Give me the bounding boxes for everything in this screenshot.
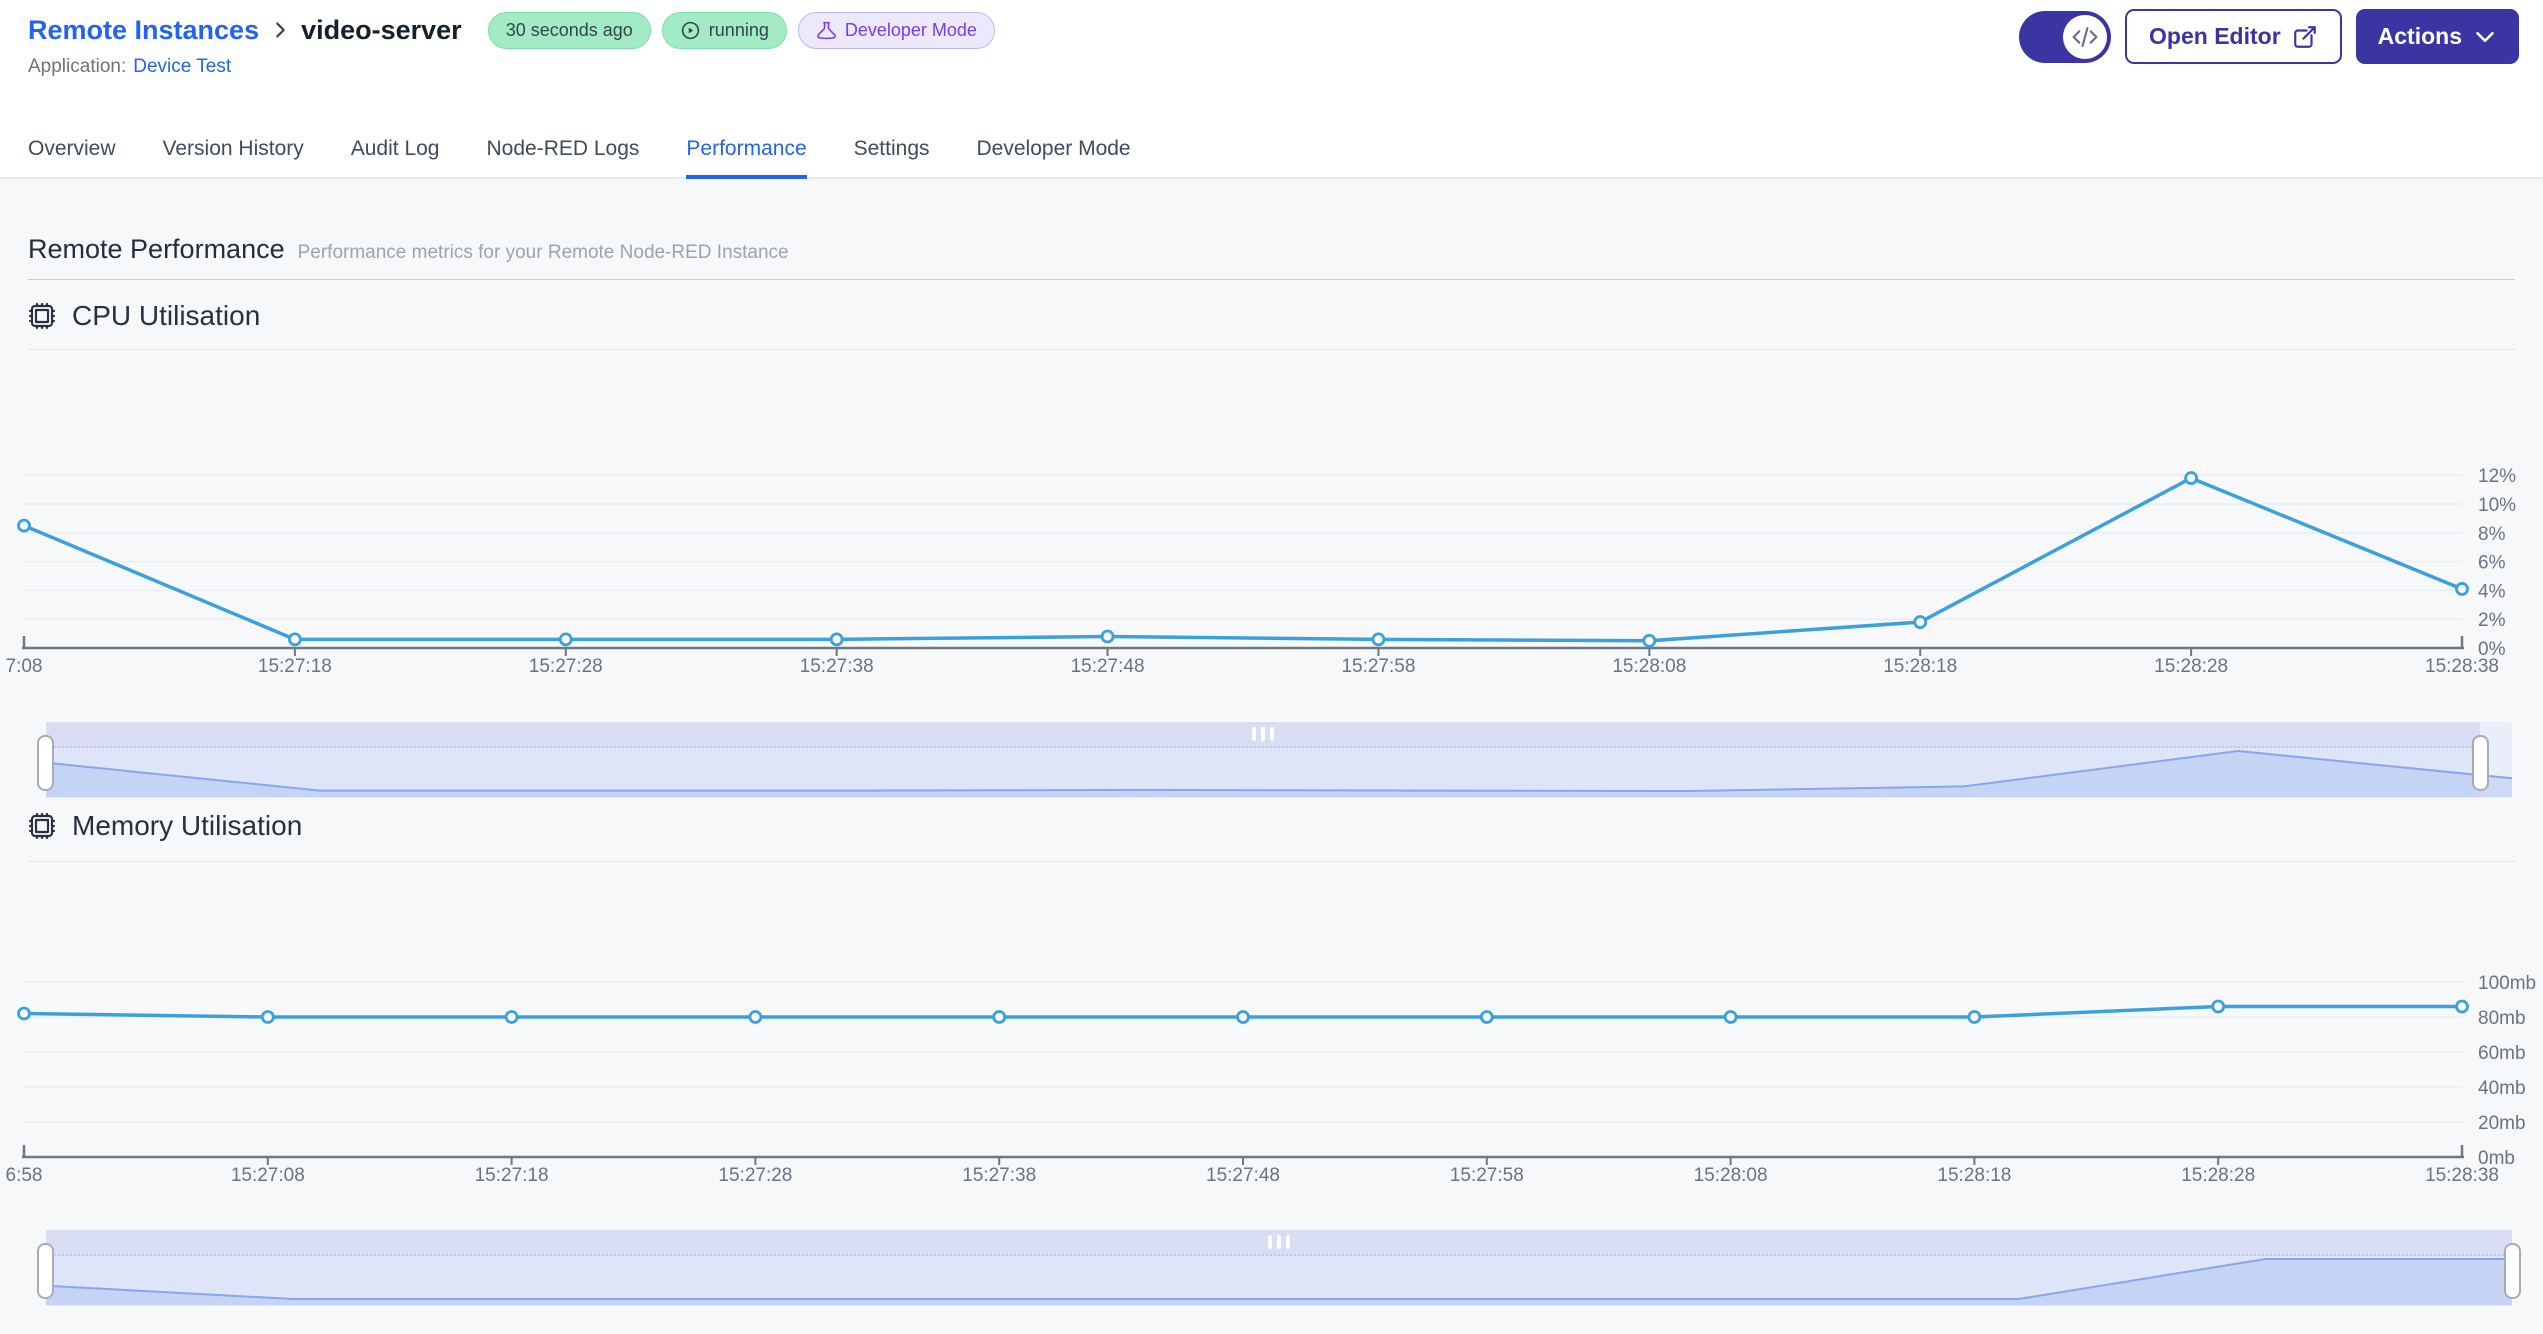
tab-version-history[interactable]: Version History — [163, 118, 304, 179]
topbar-actions: Open Editor Actions — [2019, 9, 2519, 64]
memory-brush-grip-icon[interactable] — [1268, 1235, 1290, 1249]
page-header-divider — [28, 279, 2515, 280]
svg-text:15:27:28: 15:27:28 — [529, 656, 603, 677]
memory-brush-selection-tint — [46, 1256, 2512, 1306]
svg-text:15:27:48: 15:27:48 — [1071, 656, 1145, 677]
cpu-utilisation-chart: 0%2%4%6%8%10%12%7:08 15:27:18 15:27:28 15:2… — [6, 466, 2517, 677]
tab-overview[interactable]: Overview — [28, 118, 116, 179]
svg-text:15:27:18: 15:27:18 — [258, 656, 332, 677]
svg-text:15:28:08: 15:28:08 — [1612, 656, 1686, 677]
developer-mode-toggle[interactable] — [2019, 10, 2112, 63]
chevron-down-icon — [2476, 31, 2494, 42]
page-subtitle: Performance metrics for your Remote Node… — [297, 242, 789, 263]
svg-text:2%: 2% — [2478, 610, 2506, 631]
svg-text:100mb: 100mb — [2478, 973, 2536, 994]
memory-section-divider — [28, 861, 2515, 862]
svg-text:4%: 4% — [2478, 581, 2506, 602]
application-link[interactable]: Device Test — [133, 56, 231, 78]
tab-developer-mode[interactable]: Developer Mode — [977, 118, 1131, 179]
page-title: Remote Performance — [28, 234, 285, 264]
svg-text:15:27:08: 15:27:08 — [231, 1165, 305, 1186]
svg-text:8%: 8% — [2478, 524, 2506, 545]
play-circle-icon — [681, 21, 699, 39]
svg-text:15:27:28: 15:27:28 — [718, 1165, 792, 1186]
developer-mode-badge: Developer Mode — [797, 11, 995, 49]
last-seen-badge: 30 seconds ago — [487, 11, 651, 49]
svg-text:15:28:28: 15:28:28 — [2181, 1165, 2255, 1186]
cpu-brush-grip-icon[interactable] — [1252, 727, 1274, 741]
badge-group: 30 seconds ago running Developer Mode — [487, 11, 995, 49]
svg-text:15:28:38: 15:28:38 — [2425, 656, 2499, 677]
instance-title: video-server — [301, 14, 462, 45]
code-bracket-icon — [2072, 26, 2098, 47]
beaker-icon — [816, 21, 836, 39]
tab-node-red-logs[interactable]: Node-RED Logs — [487, 118, 640, 179]
external-link-icon — [2293, 25, 2316, 48]
cpu-chart-range-brush — [37, 722, 2512, 798]
svg-text:60mb: 60mb — [2478, 1043, 2526, 1064]
svg-text:15:28:18: 15:28:18 — [1883, 656, 1957, 677]
svg-text:15:27:38: 15:27:38 — [800, 656, 874, 677]
actions-button[interactable]: Actions — [2355, 9, 2519, 64]
cpu-brush-right-handle[interactable] — [2472, 735, 2489, 791]
svg-text:15:27:18: 15:27:18 — [475, 1165, 549, 1186]
svg-text:15:28:38: 15:28:38 — [2425, 1165, 2499, 1186]
memory-section-title: Memory Utilisation — [72, 810, 303, 841]
svg-text:80mb: 80mb — [2478, 1008, 2526, 1029]
cpu-section-title: CPU Utilisation — [72, 300, 261, 331]
breadcrumb-remote-instances-link[interactable]: Remote Instances — [28, 15, 259, 46]
cpu-chip-icon — [28, 302, 56, 330]
cpu-brush-left-handle[interactable] — [37, 735, 54, 791]
application-row: Application: Device Test — [28, 56, 231, 78]
memory-brush-right-handle[interactable] — [2504, 1243, 2521, 1299]
cpu-brush-selection-tint — [46, 748, 2480, 798]
memory-chart-range-brush — [37, 1230, 2521, 1306]
open-editor-button[interactable]: Open Editor — [2125, 9, 2342, 64]
application-label: Application: — [28, 56, 127, 77]
svg-text:15:27:38: 15:27:38 — [962, 1165, 1036, 1186]
status-badge: running — [661, 11, 787, 49]
svg-text:15:27:48: 15:27:48 — [1206, 1165, 1280, 1186]
memory-utilisation-chart: 0mb20mb40mb60mb80mb100mb6:58 15:27:08 15:2… — [6, 973, 2537, 1186]
chevron-right-icon — [269, 19, 291, 41]
cpu-section-heading: CPU Utilisation — [26, 300, 260, 332]
cpu-chip-icon — [28, 812, 56, 840]
svg-text:6%: 6% — [2478, 553, 2506, 574]
svg-text:6:58: 6:58 — [6, 1165, 43, 1186]
svg-text:15:28:28: 15:28:28 — [2154, 656, 2228, 677]
tab-audit-log[interactable]: Audit Log — [351, 118, 440, 179]
page-header: Remote Performance Performance metrics f… — [28, 234, 789, 265]
svg-text:15:27:58: 15:27:58 — [1450, 1165, 1524, 1186]
cpu-section-divider — [28, 349, 2515, 350]
svg-text:40mb: 40mb — [2478, 1078, 2526, 1099]
memory-section-heading: Memory Utilisation — [26, 810, 302, 842]
tab-bar: Overview Version History Audit Log Node-… — [28, 118, 1131, 179]
svg-text:15:27:58: 15:27:58 — [1341, 656, 1415, 677]
svg-text:7:08: 7:08 — [6, 656, 43, 677]
svg-text:10%: 10% — [2478, 495, 2516, 516]
tab-settings[interactable]: Settings — [854, 118, 930, 179]
breadcrumb: Remote Instances video-server 30 seconds… — [28, 8, 995, 52]
tab-performance[interactable]: Performance — [686, 118, 807, 179]
svg-text:15:28:08: 15:28:08 — [1694, 1165, 1768, 1186]
memory-brush-left-handle[interactable] — [37, 1243, 54, 1299]
svg-text:12%: 12% — [2478, 466, 2516, 487]
svg-text:20mb: 20mb — [2478, 1113, 2526, 1134]
svg-text:15:28:18: 15:28:18 — [1937, 1165, 2011, 1186]
toggle-knob — [2063, 14, 2108, 59]
